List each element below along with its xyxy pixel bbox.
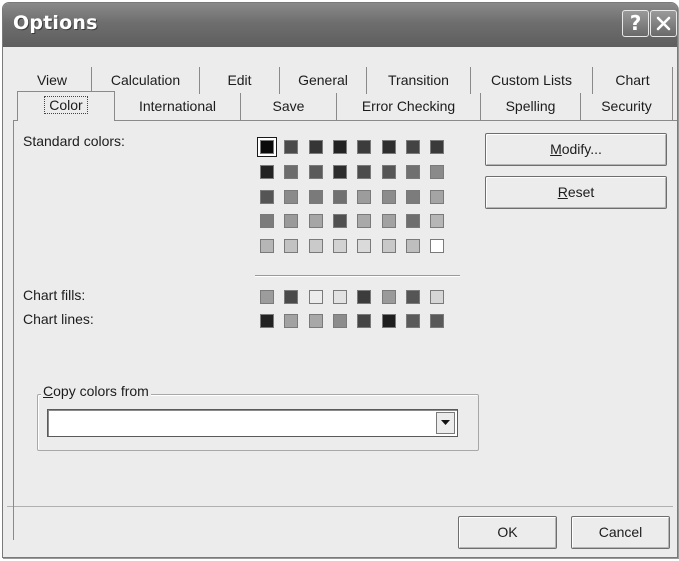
tab-view[interactable]: View [13,67,92,94]
tab-label: General [298,72,348,88]
tab-transition[interactable]: Transition [367,67,471,94]
tab-label: Error Checking [361,98,456,114]
color-tab-panel [13,120,676,540]
tab-label: View [36,72,68,88]
tab-label: Custom Lists [491,72,572,88]
question-mark-icon: ? [629,11,642,35]
options-dialog: Options ? View Calculation Edit General … [2,2,678,558]
tab-label: International [138,98,217,114]
tab-international[interactable]: International [115,93,241,120]
tab-label: Spelling [505,98,556,114]
title-bar[interactable]: Options ? [3,3,677,47]
tab-label: Chart [615,72,650,88]
tab-label: Edit [227,72,252,88]
tab-save[interactable]: Save [241,93,337,120]
tab-error-checking[interactable]: Error Checking [337,93,481,120]
tab-spelling[interactable]: Spelling [481,93,581,120]
close-button[interactable] [650,10,677,37]
help-button[interactable]: ? [622,10,649,37]
close-icon [656,16,671,31]
tab-chart[interactable]: Chart [593,67,673,94]
tab-label: Security [601,98,652,114]
tab-security[interactable]: Security [581,93,673,120]
tab-calculation[interactable]: Calculation [92,67,200,94]
tab-label: Save [272,98,305,114]
dialog-title: Options [13,12,98,34]
tab-strip: View Calculation Edit General Transition… [3,47,677,127]
tab-edit[interactable]: Edit [200,67,280,94]
tab-label: Color [44,96,88,114]
tab-label: Calculation [110,72,181,88]
tab-custom-lists[interactable]: Custom Lists [471,67,593,94]
tab-general[interactable]: General [280,67,367,94]
tab-color[interactable]: Color [17,91,115,121]
tab-label: Transition [388,72,449,88]
